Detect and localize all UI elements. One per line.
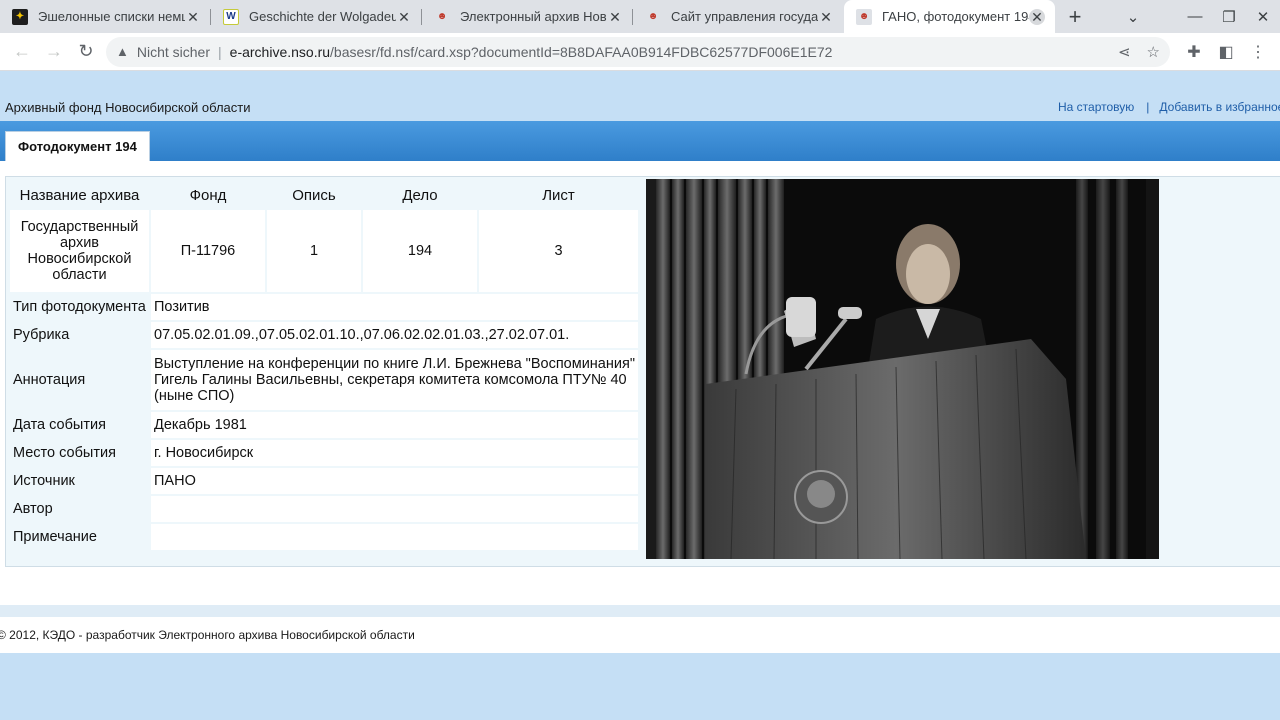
event-date-value: Декабрь 1981 [151,412,638,438]
event-date-label: Дата события [10,412,149,438]
close-tab-icon[interactable]: ✕ [185,9,201,25]
footer-copyright: © 2012, КЭДО - разработчик Электронного … [0,628,415,642]
metadata-table: Название архива Фонд Опись Дело Лист Гос… [8,180,640,552]
archive-photo[interactable] [646,179,1159,559]
header-archive-name: Название архива [10,182,149,208]
tab-bar: Фотодокумент 194 [0,121,1280,161]
close-window-icon[interactable]: ✕ [1246,8,1280,26]
browser-tab-title: Сайт управления государ [671,9,818,24]
table-row: Аннотация Выступление на конференции по … [10,350,638,410]
header-fond: Фонд [151,182,265,208]
tab-search-icon[interactable]: ⌄ [1116,8,1150,26]
back-icon[interactable]: ← [6,36,38,68]
clown-favicon-icon: ☻ [856,8,872,25]
page-footer: © 2012, КЭДО - разработчик Электронного … [0,617,1280,653]
browser-toolbar: ← → ↻ ▲ Nicht sicher | e-archive.nso.ru/… [0,33,1280,71]
close-tab-icon[interactable]: ✕ [396,9,412,25]
header-opis: Опись [267,182,361,208]
address-bar[interactable]: ▲ Nicht sicher | e-archive.nso.ru/basesr… [106,36,1170,67]
not-secure-label[interactable]: Nicht sicher [137,44,210,60]
site-title: Архивный фонд Новосибирской области [5,100,251,115]
link-divider: | [1146,100,1150,114]
new-tab-button[interactable]: + [1055,0,1095,33]
divider: | [218,43,222,60]
site-header: Архивный фонд Новосибирской области На с… [0,71,1280,121]
browser-tab-3[interactable]: ☻ Электронный архив Ново ✕ [422,0,633,33]
table-row: Источник ПАНО [10,468,638,494]
web-page: Архивный фонд Новосибирской области На с… [0,71,1280,720]
clown-favicon-icon: ☻ [434,8,450,25]
share-icon[interactable]: ⋖ [1118,43,1131,61]
type-value: Позитив [151,294,638,320]
note-value [151,524,638,550]
wd-favicon-icon: W [223,8,239,25]
close-tab-icon[interactable]: ✕ [1029,8,1045,25]
url-host: e-archive.nso.ru [229,43,331,60]
header-delo: Дело [363,182,477,208]
annotation-label: Аннотация [10,350,149,410]
browser-tab-title: ГАНО, фотодокумент 194 [882,9,1029,24]
table-row: Примечание [10,524,638,550]
footer-divider [0,605,1280,617]
minimize-icon[interactable]: — [1178,8,1212,25]
bookmark-star-icon[interactable]: ☆ [1147,43,1160,61]
forward-icon[interactable]: → [38,36,70,68]
window-controls: ⌄ — ❐ ✕ [1116,0,1280,33]
url-path: /basesr/fd.nsf/card.xsp?documentId=8B8DA… [330,43,833,60]
rubric-value: 07.05.02.01.09.,07.05.02.01.10.,07.06.02… [151,322,638,348]
close-tab-icon[interactable]: ✕ [818,9,834,25]
clown-favicon-icon: ☻ [645,8,661,25]
document-content: Название архива Фонд Опись Дело Лист Гос… [0,161,1280,605]
list-value: 3 [479,210,638,292]
photo-illustration [646,179,1159,559]
archive-name-value: Государственный архив Новосибирской обла… [10,210,149,292]
browser-tab-title: Электронный архив Ново [460,9,607,24]
side-panel-icon[interactable]: ◧ [1210,42,1242,62]
add-favorite-link[interactable]: Добавить в избранное [1159,100,1280,114]
table-header-row: Название архива Фонд Опись Дело Лист [10,182,638,208]
browser-tab-title: Эшелонные списки немце [38,9,185,24]
restore-icon[interactable]: ❐ [1212,8,1246,26]
rubric-label: Рубрика [10,322,149,348]
header-links: На стартовую | Добавить в избранное [1058,100,1280,114]
browser-tab-strip: ✦ Эшелонные списки немце ✕ W Geschichte … [0,0,1280,33]
type-label: Тип фотодокумента [10,294,149,320]
table-row: Дата события Декабрь 1981 [10,412,638,438]
url-text[interactable]: e-archive.nso.ru/basesr/fd.nsf/card.xsp?… [230,44,1102,60]
table-row: Рубрика 07.05.02.01.09.,07.05.02.01.10.,… [10,322,638,348]
source-value: ПАНО [151,468,638,494]
reload-icon[interactable]: ↻ [70,36,102,68]
annotation-value: Выступление на конференции по книге Л.И.… [151,350,638,410]
table-row: Государственный архив Новосибирской обла… [10,210,638,292]
browser-tab-2[interactable]: W Geschichte der Wolgadeuts ✕ [211,0,422,33]
warning-icon[interactable]: ▲ [116,44,129,59]
extensions-icon[interactable]: ✚ [1178,42,1210,62]
table-row: Автор [10,496,638,522]
browser-tab-5-active[interactable]: ☻ ГАНО, фотодокумент 194 ✕ [844,0,1055,33]
event-place-value: г. Новосибирск [151,440,638,466]
browser-tab-1[interactable]: ✦ Эшелонные списки немце ✕ [0,0,211,33]
delo-value: 194 [363,210,477,292]
browser-tab-title: Geschichte der Wolgadeuts [249,9,396,24]
fond-value: П-11796 [151,210,265,292]
table-row: Место события г. Новосибирск [10,440,638,466]
close-tab-icon[interactable]: ✕ [607,9,623,25]
note-label: Примечание [10,524,149,550]
home-link[interactable]: На стартовую [1058,100,1134,114]
table-row: Тип фотодокумента Позитив [10,294,638,320]
author-label: Автор [10,496,149,522]
browser-tab-4[interactable]: ☻ Сайт управления государ ✕ [633,0,844,33]
author-value [151,496,638,522]
event-place-label: Место события [10,440,149,466]
menu-icon[interactable]: ⋮ [1242,42,1274,62]
header-list: Лист [479,182,638,208]
opis-value: 1 [267,210,361,292]
source-label: Источник [10,468,149,494]
dark-portrait-favicon-icon: ✦ [12,8,28,25]
tab-photodocument[interactable]: Фотодокумент 194 [5,131,150,161]
document-card: Название архива Фонд Опись Дело Лист Гос… [5,176,1280,567]
